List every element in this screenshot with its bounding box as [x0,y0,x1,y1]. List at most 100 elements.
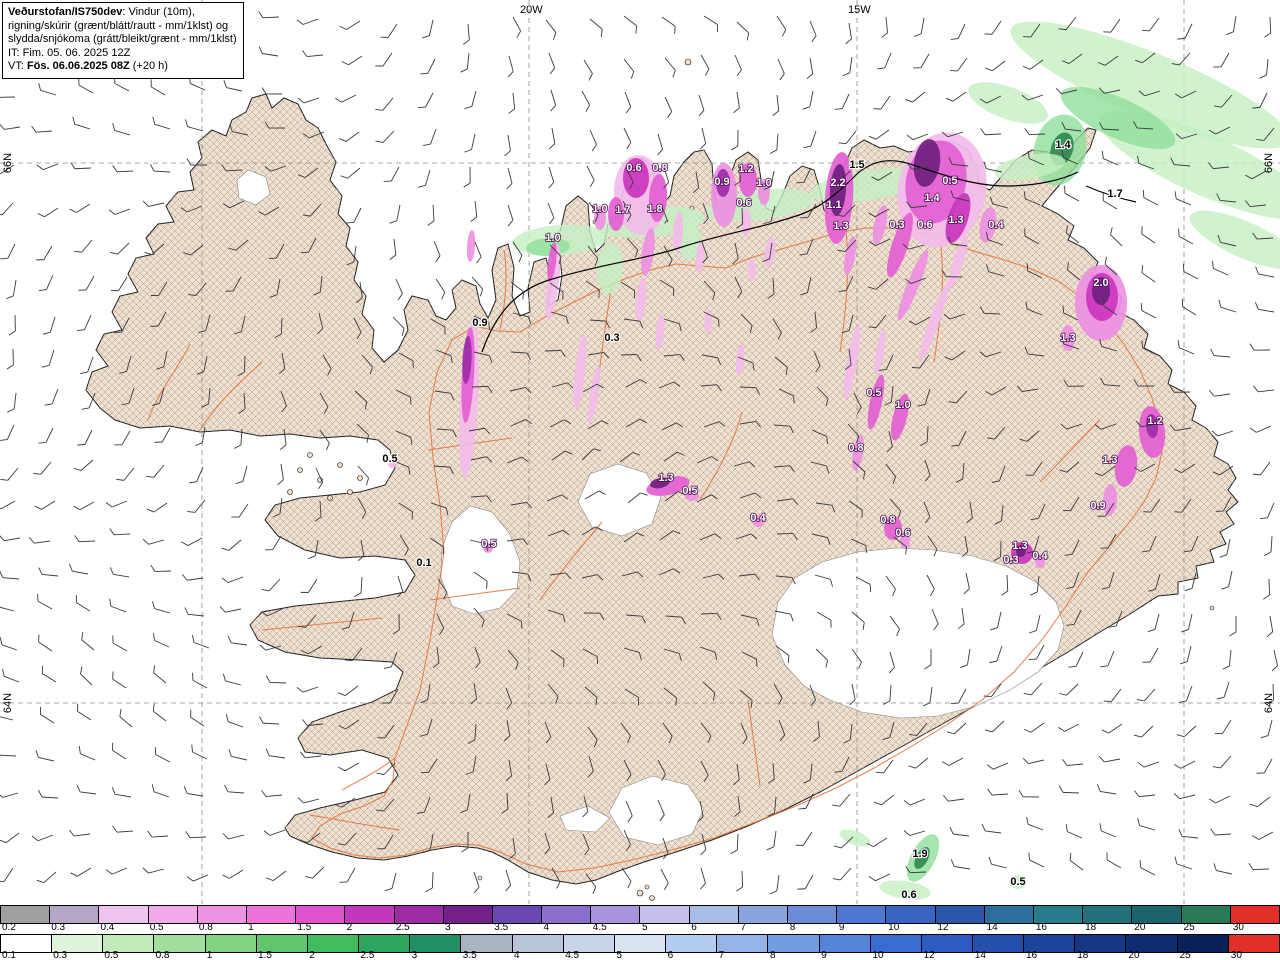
precip-value-label: 1.5 [849,159,864,171]
precip-value-label: 0.5 [682,485,697,497]
legend-segment [689,906,739,923]
legend-segment [205,935,257,952]
legend-segment [935,906,985,923]
legend-tick-label: 14 [986,922,998,933]
precip-value-label: 0.4 [750,512,766,524]
legend-tick-label: 2.5 [395,922,410,933]
legend-desc-rain: rigning/skúrir (grænt/blátt/rautt - mm/1… [8,19,229,32]
precip-value-label: 0.8 [880,514,895,526]
legend-tick-label: 10 [872,950,884,960]
precip-value-label: 0.9 [714,176,729,188]
info-line-1: Veðurstofan/IS750dev: Vindur (10m), [8,6,237,20]
legend-tick-label: 12 [923,950,935,960]
island [357,475,363,481]
precip-value-label: 0.5 [481,538,496,550]
legend-segment [984,906,1034,923]
legend-tick-label: 20 [1128,950,1140,960]
snow-cell [748,259,756,281]
legend-segment [542,906,592,923]
weather-map-page: 0.9 0.3 1.5 1.7 1.4 1.9 0.6 0.5 0.5 0.1 0.6 0.8 1.0 1… [0,0,1280,960]
precip-value-label: 1.8 [647,203,662,215]
legend-tick-label: 16 [1026,950,1038,960]
legend-tick-label: 6 [691,922,697,933]
precip-value-label: 1.7 [1107,188,1122,200]
legend-segment [50,906,100,923]
legend-tick-label: 14 [974,950,986,960]
legend-segment [1132,906,1182,923]
legend-tick-label: 0.5 [104,950,119,960]
map-info-box: Veðurstofan/IS750dev: Vindur (10m), rign… [2,2,244,79]
legend-tick-label: 8 [770,950,776,960]
precip-value-label: 1.1 [826,199,841,211]
precip-value-label: 0.6 [901,889,916,901]
legend-segment [837,906,887,923]
legend-segment [410,935,462,952]
island [337,462,343,468]
latitude-label-left: 64N [2,693,14,713]
island [644,884,650,890]
island [287,489,293,495]
legend-tick-label: 0.3 [51,922,66,933]
legend-tick-label: 12 [937,922,949,933]
precip-value-label: 1.0 [592,203,607,215]
precip-value-label: 0.5 [1010,876,1025,888]
legend-tick-label: 8 [789,922,796,933]
legend-segment [394,906,444,923]
precip-value-label: 2.0 [1093,277,1108,289]
legend-segment [717,935,769,952]
island [636,889,644,897]
legend-segment [591,906,641,923]
legend-tick-label: 1.5 [258,950,272,960]
legend-segment [1,906,51,923]
legend-segment [99,906,149,923]
precip-value-label: 1.0 [895,399,910,411]
legend-segment [614,935,667,952]
legend-segment [666,935,718,952]
precip-value-label: 0.6 [626,162,641,174]
snow-scale-labels: 0.2 0.3 0.4 0.5 0.8 1 1.5 2 2.5 3 3.5 4 4.5 5 6 7 8 9 10 12… [0,923,1280,933]
precip-value-label: 0.9 [472,317,487,329]
island [477,875,483,881]
legend-segment [1033,906,1084,923]
legend-tick-label: 7 [718,950,725,960]
precip-value-label: 0.9 [1090,500,1105,512]
precip-value-label: 0.3 [1003,554,1018,566]
legend-segment [492,906,543,923]
legend-tick-label: 2 [346,922,353,933]
precip-value-label: 0.5 [866,387,881,399]
legend-tick-label: 3.5 [462,950,477,960]
valid-time: VT: Fös. 06.06.2025 08Z (+20 h) [8,60,168,72]
legend-tick-label: 30 [1230,950,1242,960]
precip-value-label: 0.3 [889,219,904,231]
legend-tick-label: 0.2 [2,922,16,933]
legend-tick-label: 0.4 [100,922,115,933]
precip-value-label: 0.8 [652,162,667,174]
legend-segment [1230,906,1279,923]
precip-value-label: 0.5 [382,453,397,465]
precip-value-label: 2.2 [830,177,845,189]
precip-value-label: 0.4 [988,219,1004,231]
legend-tick-label: 30 [1232,922,1244,933]
legend-tick-label: 4 [514,950,520,960]
legend-segment [1181,906,1231,923]
init-time: IT: Fim. 05. 06. 2025 12Z [8,46,131,59]
island [649,895,655,901]
legend-segment [1083,906,1133,923]
precip-value-label: 1.3 [1102,454,1117,466]
base-map-layer [0,0,1280,904]
legend-segment [738,906,788,923]
precip-value-label: 1.9 [912,848,927,860]
legend-tick-label: 18 [1085,922,1097,933]
precip-value-label: 1.3 [833,220,848,232]
legend-segment [296,906,346,923]
precip-value-label: 1.2 [1147,415,1162,427]
legend-tick-label: 3 [411,950,418,960]
precip-value-label: 1.3 [1012,540,1027,552]
legend-tick-label: 7 [740,922,747,933]
precip-value-label: 0.6 [895,527,910,539]
legend-tick-label: 0.5 [149,922,164,933]
longitude-label: 15W [848,4,871,16]
legend-tick-label: 9 [821,950,827,960]
precip-value-label: 0.6 [736,197,751,209]
legend-segment [443,906,493,923]
